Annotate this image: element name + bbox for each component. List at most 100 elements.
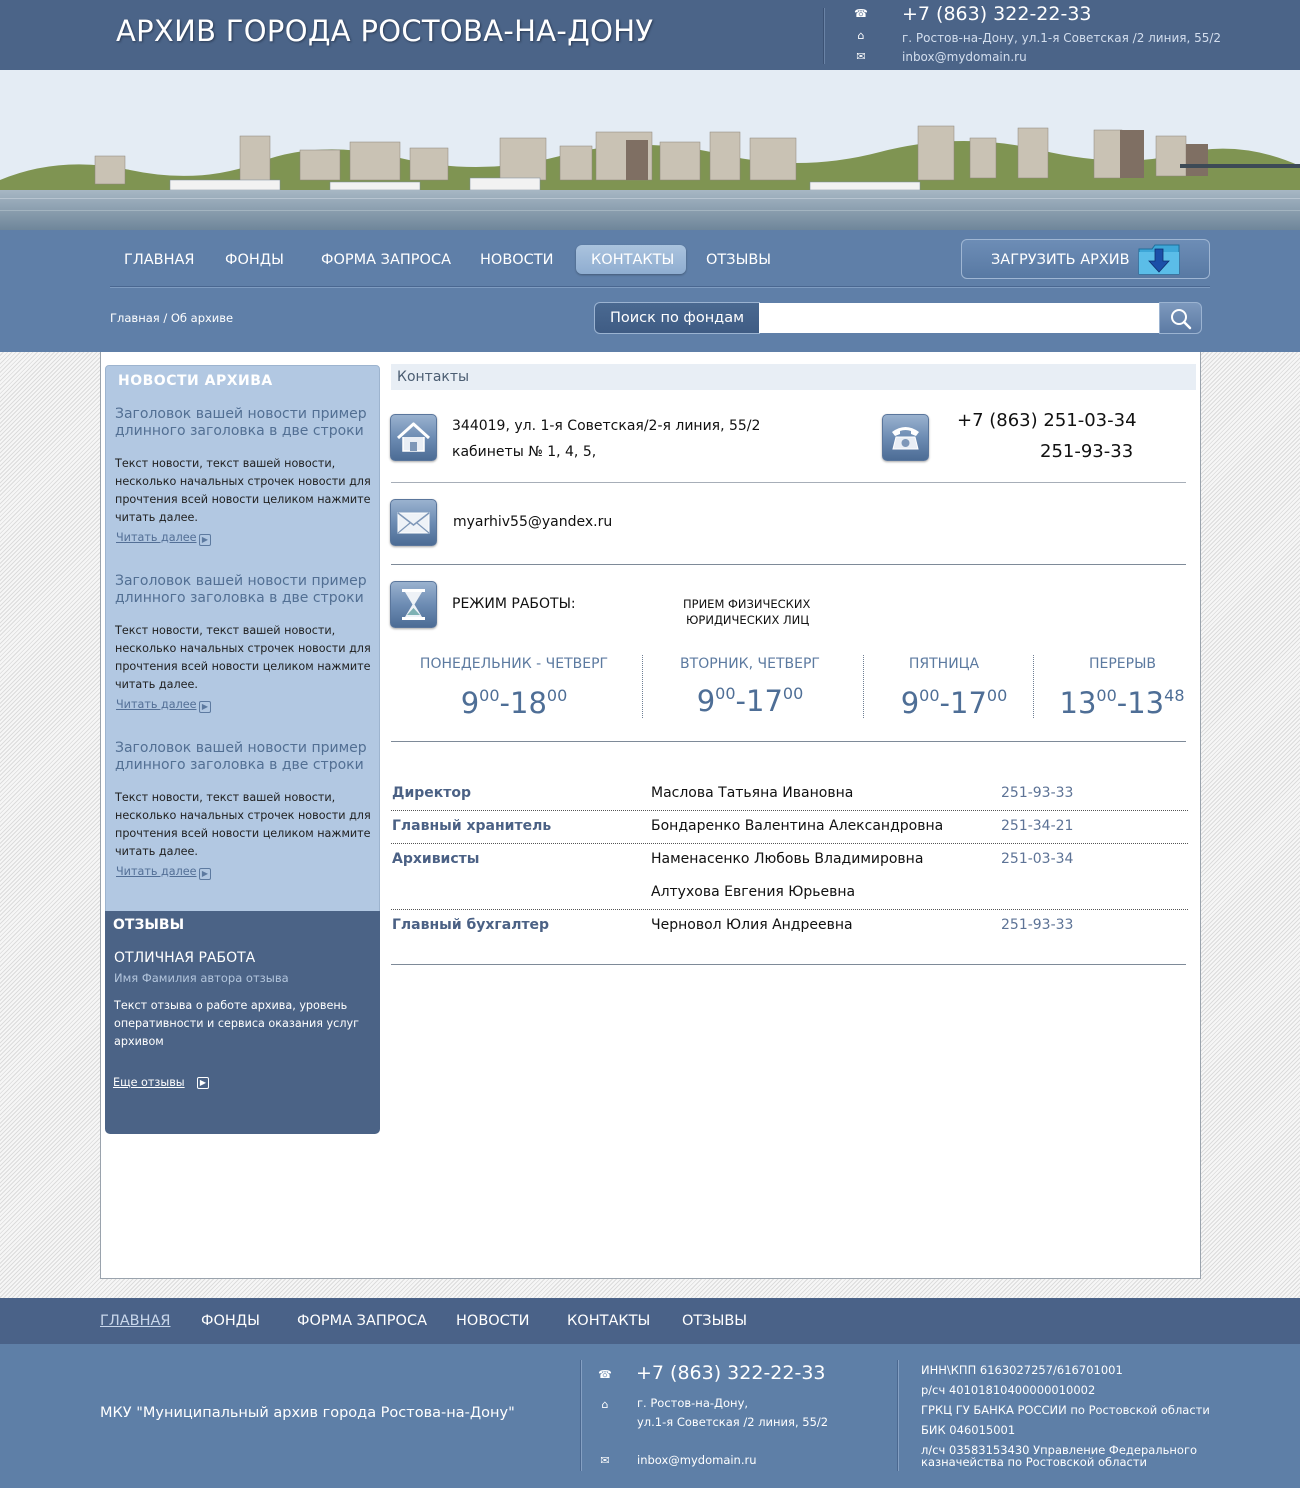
- city-panorama-banner: [0, 70, 1300, 230]
- staff-name: Алтухова Евгения Юрьевна: [651, 884, 856, 900]
- phone-icon: [882, 414, 929, 461]
- footer-email[interactable]: inbox@mydomain.ru: [637, 1453, 757, 1467]
- review-headline: ОТЛИЧНАЯ РАБОТА: [114, 950, 256, 966]
- download-folder-icon[interactable]: [1138, 243, 1180, 275]
- news-read-more-link[interactable]: Читать далее: [116, 531, 197, 544]
- nav-item-home[interactable]: ГЛАВНАЯ: [124, 252, 195, 268]
- staff-role: Архивисты: [392, 851, 480, 867]
- footer-nav-funds[interactable]: ФОНДЫ: [201, 1313, 260, 1329]
- news-read-more-link[interactable]: Читать далее: [116, 698, 197, 711]
- arrow-right-icon[interactable]: ▶: [197, 1077, 209, 1089]
- schedule-divider: [863, 655, 864, 718]
- contact-phone-primary: +7 (863) 251-03-34: [957, 410, 1137, 431]
- arrow-right-icon[interactable]: ▶: [199, 701, 211, 713]
- footer-divider: [580, 1360, 582, 1471]
- breadcrumb[interactable]: Главная / Об архиве: [110, 311, 233, 325]
- table-row-divider: [391, 909, 1188, 910]
- footer-nav-contacts[interactable]: КОНТАКТЫ: [567, 1313, 650, 1329]
- footer-requisite: ИНН\КПП 6163027257/616701001: [921, 1363, 1123, 1377]
- schedule-time: 900-1700: [696, 684, 804, 718]
- working-hours-label: РЕЖИМ РАБОТЫ:: [452, 596, 576, 612]
- nav-divider: [110, 286, 1210, 288]
- footer-requisite: казначейства по Ростовской области: [921, 1455, 1147, 1469]
- nav-item-funds[interactable]: ФОНДЫ: [225, 252, 284, 268]
- staff-name: Маслова Татьяна Ивановна: [651, 785, 854, 801]
- header-phone: +7 (863) 322-22-33: [902, 3, 1092, 25]
- footer-address-line2: ул.1-я Советская /2 линия, 55/2: [637, 1415, 829, 1429]
- arrow-right-icon[interactable]: ▶: [199, 534, 211, 546]
- nav-item-reviews[interactable]: ОТЗЫВЫ: [706, 252, 771, 268]
- schedule-days: ПОНЕДЕЛЬНИК - ЧЕТВЕРГ: [419, 656, 609, 672]
- home-icon: ⌂: [857, 29, 865, 42]
- schedule-time: 900-1800: [460, 686, 568, 720]
- phone-icon: ☎: [598, 1368, 612, 1381]
- search-icon: [1171, 309, 1192, 330]
- divider: [391, 564, 1186, 565]
- nav-item-contacts[interactable]: КОНТАКТЫ: [591, 252, 674, 268]
- page-title-bar: [391, 364, 1196, 390]
- schedule-days: ПЕРЕРЫВ: [1088, 656, 1157, 672]
- footer-address-line1: г. Ростов-на-Дону,: [637, 1396, 749, 1410]
- upload-archive-label[interactable]: ЗАГРУЗИТЬ АРХИВ: [991, 252, 1130, 268]
- news-text: Текст новости, текст вашей новости, неск…: [115, 457, 371, 524]
- schedule-days: ПЯТНИЦА: [908, 656, 980, 672]
- mail-icon: ✉: [856, 50, 866, 63]
- news-text: Текст новости, текст вашей новости, неск…: [115, 624, 371, 691]
- table-row-divider: [391, 843, 1188, 844]
- staff-phone: 251-93-33: [1001, 917, 1074, 933]
- staff-role: Главный бухгалтер: [392, 917, 550, 933]
- header-divider: [823, 8, 825, 64]
- more-reviews-link[interactable]: Еще отзывы: [113, 1076, 185, 1089]
- footer-nav-news[interactable]: НОВОСТИ: [456, 1313, 530, 1329]
- footer-nav-request-form[interactable]: ФОРМА ЗАПРОСА: [297, 1313, 427, 1329]
- staff-phone: 251-93-33: [1001, 785, 1074, 801]
- nav-item-news[interactable]: НОВОСТИ: [480, 252, 554, 268]
- mail-icon: [390, 499, 437, 546]
- table-row-divider: [391, 810, 1188, 811]
- nav-item-request-form[interactable]: ФОРМА ЗАПРОСА: [321, 252, 451, 268]
- page-title: Контакты: [397, 369, 470, 385]
- search-input[interactable]: [759, 303, 1159, 333]
- review-text: Текст отзыва о работе архива, уровень оп…: [114, 999, 359, 1048]
- staff-name: Наменасенко Любовь Владимировна: [651, 851, 924, 867]
- schedule-time: 1300-1348: [1059, 686, 1185, 720]
- staff-name: Бондаренко Валентина Александровна: [651, 818, 944, 834]
- search-button[interactable]: [1159, 302, 1202, 334]
- hourglass-icon: [390, 581, 437, 628]
- phone-icon: ☎: [854, 7, 868, 20]
- sidebar-news-title: НОВОСТИ АРХИВА: [118, 373, 273, 389]
- schedule-days: ВТОРНИК, ЧЕТВЕРГ: [680, 656, 820, 672]
- divider: [391, 964, 1186, 965]
- staff-name: Черновол Юлия Андреевна: [651, 917, 853, 933]
- footer-requisite: ГРКЦ ГУ БАНКА РОССИИ по Ростовской облас…: [921, 1403, 1210, 1417]
- news-headline[interactable]: Заголовок вашей новости пример длинного …: [115, 740, 375, 774]
- divider: [391, 482, 1186, 483]
- review-author: Имя Фамилия автора отзыва: [114, 971, 289, 985]
- footer-phone: +7 (863) 322-22-33: [636, 1362, 826, 1384]
- news-text: Текст новости, текст вашей новости, неск…: [115, 791, 371, 858]
- contact-email[interactable]: myarhiv55@yandex.ru: [453, 514, 612, 530]
- footer-organization: МКУ "Муниципальный архив города Ростова-…: [100, 1405, 515, 1421]
- schedule-time: 900-1700: [900, 686, 1008, 720]
- footer-requisite: р/сч 40101810400000010002: [921, 1383, 1096, 1397]
- news-read-more-link[interactable]: Читать далее: [116, 865, 197, 878]
- footer-nav-home[interactable]: ГЛАВНАЯ: [100, 1313, 171, 1329]
- contact-address-line: 344019, ул. 1-я Советская/2-я линия, 55/…: [452, 418, 761, 434]
- staff-phone: 251-03-34: [1001, 851, 1074, 867]
- footer-nav-reviews[interactable]: ОТЗЫВЫ: [682, 1313, 747, 1329]
- staff-phone: 251-34-21: [1001, 818, 1074, 834]
- reception-label-line2: ЮРИДИЧЕСКИХ ЛИЦ: [686, 613, 810, 627]
- header-email[interactable]: inbox@mydomain.ru: [902, 50, 1027, 64]
- news-headline[interactable]: Заголовок вашей новости пример длинного …: [115, 573, 375, 607]
- mail-icon: ✉: [600, 1454, 610, 1467]
- footer-requisite: БИК 046015001: [921, 1423, 1016, 1437]
- contact-phone-secondary: 251-93-33: [1040, 441, 1134, 462]
- site-title[interactable]: АРХИВ ГОРОДА РОСТОВА-НА-ДОНУ: [116, 14, 653, 48]
- schedule-divider: [1033, 655, 1034, 718]
- divider: [391, 741, 1186, 742]
- sidebar-reviews-title: ОТЗЫВЫ: [113, 917, 185, 933]
- home-icon: ⌂: [601, 1398, 609, 1411]
- city-panorama-image: [0, 70, 1300, 230]
- arrow-right-icon[interactable]: ▶: [199, 868, 211, 880]
- news-headline[interactable]: Заголовок вашей новости пример длинного …: [115, 406, 375, 440]
